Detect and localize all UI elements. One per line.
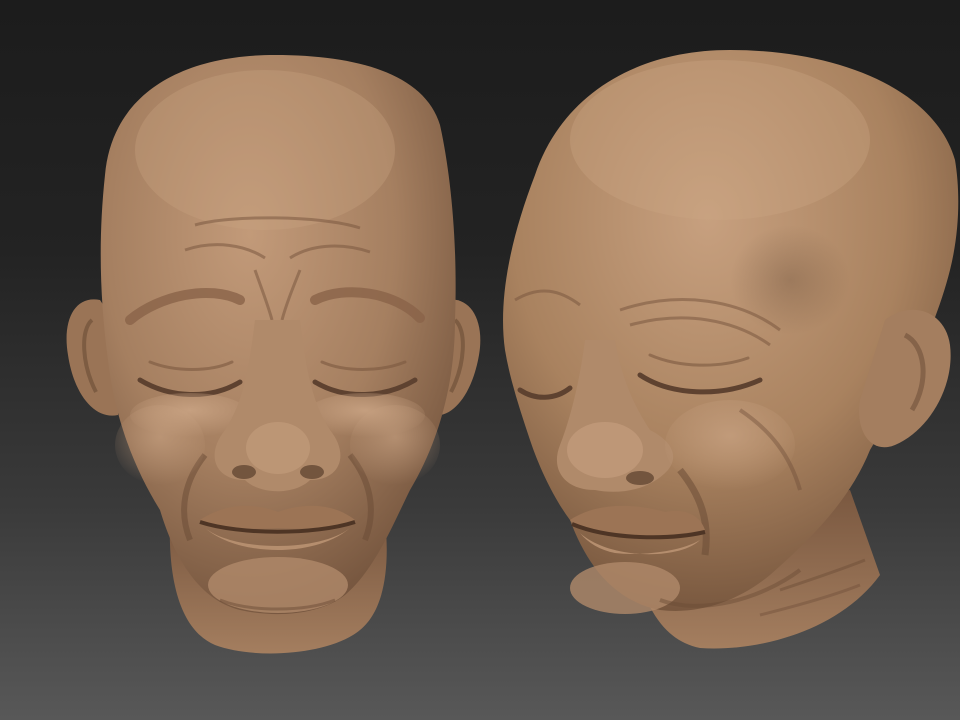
sculpt-viewport[interactable] [0, 0, 960, 720]
three-quarter-head [503, 50, 959, 649]
side-chin [570, 562, 680, 614]
sculpt-render [66, 50, 959, 654]
front-head [66, 55, 481, 654]
